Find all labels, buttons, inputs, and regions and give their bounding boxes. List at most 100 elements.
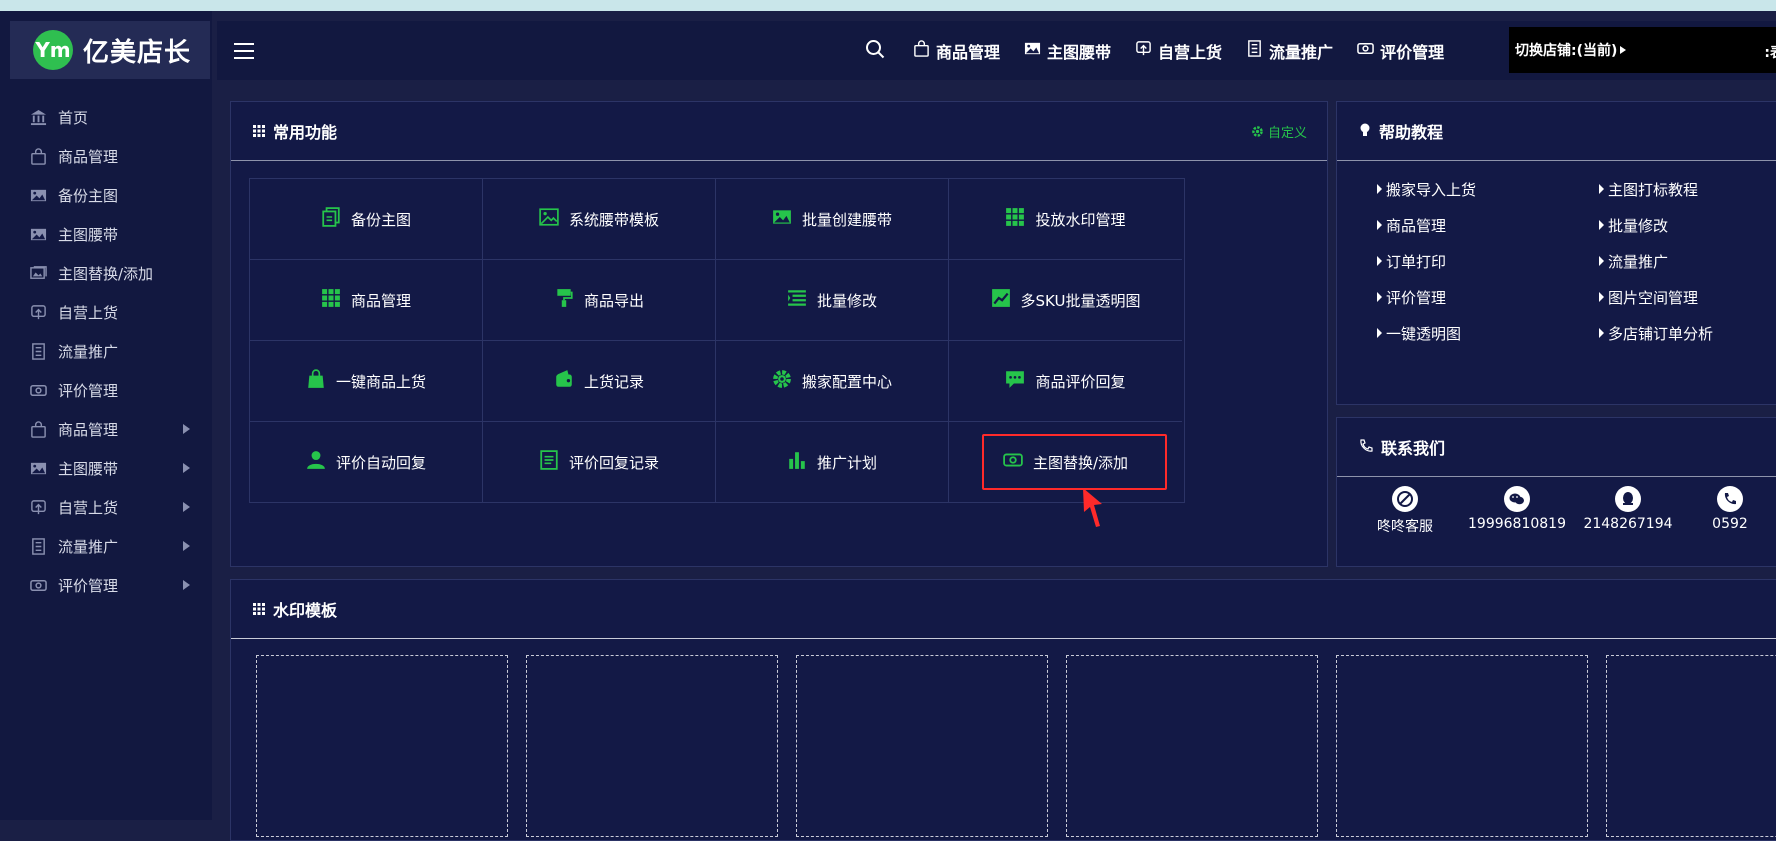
help-link[interactable]: 订单打印 (1377, 250, 1599, 272)
function-tile[interactable]: 上货记录 (483, 341, 716, 422)
function-tile[interactable]: 搬家配置中心 (716, 341, 949, 422)
watermark-template-slot[interactable] (526, 655, 778, 837)
copy-icon (321, 207, 351, 231)
expand-arrow-icon[interactable] (183, 424, 190, 434)
caret-right-icon (1377, 256, 1382, 266)
help-link[interactable]: 图片空间管理 (1599, 286, 1739, 308)
sidebar-item[interactable]: 自营上货 (0, 488, 212, 527)
help-link-label: 一键透明图 (1386, 324, 1462, 343)
help-link-label: 商品管理 (1386, 216, 1447, 235)
top-nav-label: 流量推广 (1269, 42, 1334, 62)
sidebar-item-label: 主图替换/添加 (58, 265, 154, 283)
help-link[interactable]: 评价管理 (1377, 286, 1599, 308)
function-tile[interactable]: 评价自动回复 (250, 422, 483, 502)
contact-item[interactable]: 2148267194 (1583, 486, 1673, 532)
sidebar-item[interactable]: 流量推广 (0, 332, 212, 371)
watermark-template-slot[interactable] (256, 655, 508, 837)
phone-icon (1359, 438, 1373, 457)
caret-right-icon (1620, 46, 1627, 54)
caret-right-icon (1599, 220, 1604, 230)
function-tile[interactable]: 商品评价回复 (949, 341, 1182, 422)
function-tile[interactable]: 评价回复记录 (483, 422, 716, 502)
watermark-template-slot[interactable] (796, 655, 1048, 837)
top-nav-item[interactable]: 评价管理 (1357, 39, 1444, 63)
sidebar-item[interactable]: 商品管理 (0, 137, 212, 176)
sidebar-item[interactable]: 主图腰带 (0, 449, 212, 488)
function-tile[interactable]: 多SKU批量透明图 (949, 260, 1182, 341)
document-icon (539, 450, 569, 474)
panel-header: 常用功能 自定义 (231, 102, 1327, 161)
customize-link[interactable]: 自定义 (1251, 122, 1307, 141)
panel-header: 联系我们 (1337, 418, 1776, 477)
search-icon[interactable] (865, 39, 885, 63)
top-nav-item[interactable]: 商品管理 (913, 39, 1000, 63)
help-link[interactable]: 搬家导入上货 (1377, 178, 1599, 200)
sidebar-item[interactable]: 商品管理 (0, 410, 212, 449)
brand[interactable]: Ym 亿美店长 (10, 21, 210, 79)
contact-label: 19996810819 (1468, 516, 1566, 532)
expand-arrow-icon[interactable] (183, 502, 190, 512)
contact-item[interactable]: 咚咚客服 (1375, 486, 1435, 536)
image-icon (1024, 40, 1047, 61)
sidebar: Ym 亿美店长 首页 商品管理 备份主图 主图腰带 主图替换/添加 自营上货 流量推广 评价管… (0, 11, 212, 820)
sidebar-item-label: 流量推广 (58, 538, 119, 556)
function-tile[interactable]: 商品管理 (250, 260, 483, 341)
function-tile[interactable]: 系统腰带模板 (483, 179, 716, 260)
expand-arrow-icon[interactable] (183, 463, 190, 473)
function-tile[interactable]: 主图替换/添加 (949, 422, 1182, 502)
function-tile-label: 商品导出 (583, 291, 644, 310)
gear-icon (1252, 126, 1263, 137)
watermark-template-slot[interactable] (1066, 655, 1318, 837)
shop-switch-trail: :表 (1764, 45, 1776, 61)
help-link-label: 评价管理 (1386, 288, 1447, 307)
sidebar-item[interactable]: 流量推广 (0, 527, 212, 566)
help-link[interactable]: 主图打标教程 (1599, 178, 1739, 200)
sidebar-item[interactable]: 评价管理 (0, 566, 212, 605)
bag-icon (28, 148, 48, 166)
list-icon (1246, 40, 1269, 61)
grid-icon (253, 600, 265, 619)
grid-icon (321, 288, 351, 312)
image-outline-icon (539, 207, 569, 231)
function-tile[interactable]: 批量创建腰带 (716, 179, 949, 260)
shop-switch[interactable]: 切换店铺:(当前) :表 (1509, 27, 1776, 73)
hamburger-menu-icon[interactable] (234, 43, 254, 59)
images-icon (28, 265, 48, 283)
help-link-label: 流量推广 (1608, 252, 1669, 271)
caret-right-icon (1377, 220, 1382, 230)
sidebar-item[interactable]: 自营上货 (0, 293, 212, 332)
help-link[interactable]: 一键透明图 (1377, 322, 1599, 344)
function-tile[interactable]: 批量修改 (716, 260, 949, 341)
function-tile[interactable]: 推广计划 (716, 422, 949, 502)
top-nav-item[interactable]: 流量推广 (1246, 39, 1333, 63)
shop-switch-label: 切换店铺:(当前) (1515, 43, 1618, 59)
contact-item[interactable]: 19996810819 (1468, 486, 1566, 532)
watermark-template-slot[interactable] (1606, 655, 1776, 837)
watermark-template-slot[interactable] (1336, 655, 1588, 837)
contact-label: 2148267194 (1583, 516, 1673, 532)
help-panel: 帮助教程 搬家导入上货 主图打标教程 商品管理 批量修改 订单打印 流量推广 评价管理 图片空… (1336, 101, 1776, 405)
help-link[interactable]: 商品管理 (1377, 214, 1599, 236)
list-icon (28, 343, 48, 361)
sidebar-item[interactable]: 首页 (0, 98, 212, 137)
function-tile[interactable]: 一键商品上货 (250, 341, 483, 422)
help-link[interactable]: 批量修改 (1599, 214, 1739, 236)
top-nav-item[interactable]: 自营上货 (1135, 39, 1222, 63)
sidebar-item[interactable]: 备份主图 (0, 176, 212, 215)
top-nav-item[interactable]: 主图腰带 (1024, 39, 1111, 63)
bag-icon (28, 421, 48, 439)
expand-arrow-icon[interactable] (183, 580, 190, 590)
sidebar-item[interactable]: 评价管理 (0, 371, 212, 410)
function-tile[interactable]: 备份主图 (250, 179, 483, 260)
user-icon (306, 450, 336, 474)
help-link[interactable]: 流量推广 (1599, 250, 1739, 272)
sidebar-item[interactable]: 主图腰带 (0, 215, 212, 254)
contact-item[interactable]: 0592 (1700, 486, 1760, 532)
help-link[interactable]: 多店铺订单分析 (1599, 322, 1739, 344)
function-tile[interactable]: 投放水印管理 (949, 179, 1182, 260)
common-functions-panel: 常用功能 自定义 备份主图 系统腰带模板 批量创建腰带 投放水印管理商品管理 商品导出 批… (230, 101, 1328, 567)
function-tile[interactable]: 商品导出 (483, 260, 716, 341)
sidebar-item[interactable]: 主图替换/添加 (0, 254, 212, 293)
function-tile-label: 主图替换/添加 (1032, 453, 1129, 472)
expand-arrow-icon[interactable] (183, 541, 190, 551)
